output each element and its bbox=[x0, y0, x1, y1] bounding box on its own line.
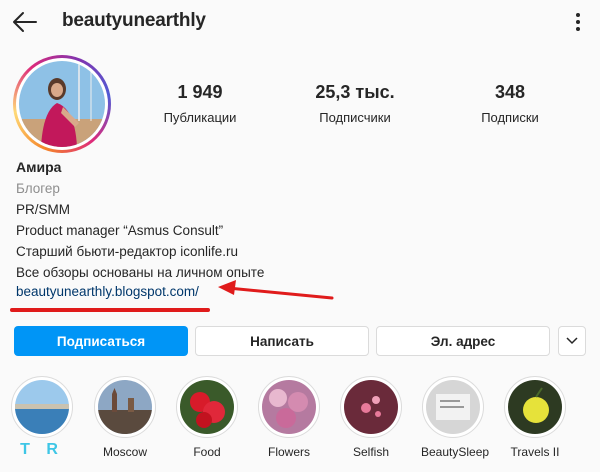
suggested-accounts-button[interactable] bbox=[558, 326, 586, 356]
following-count: 348 bbox=[494, 82, 526, 102]
more-options-icon[interactable] bbox=[566, 10, 590, 34]
followers-count: 25,3 тыс. bbox=[315, 82, 395, 102]
stat-following[interactable]: 348 Подписки bbox=[455, 82, 565, 125]
highlight-beautysleep[interactable]: BeautySleep bbox=[421, 376, 490, 459]
chevron-down-icon bbox=[566, 337, 578, 345]
annotation-arrow-icon bbox=[218, 280, 334, 300]
bio-line: PR/SMM bbox=[16, 202, 70, 217]
posts-count: 1 949 bbox=[177, 82, 223, 102]
highlight-label: Flowers bbox=[267, 445, 310, 459]
avatar bbox=[19, 61, 105, 147]
city-icon bbox=[98, 380, 152, 434]
following-label: Подписки bbox=[481, 110, 539, 125]
flowers-icon bbox=[262, 380, 316, 434]
profile-bio: Амира Блогер PR/SMM Product manager “Asm… bbox=[16, 157, 264, 283]
bio-website-link[interactable]: beautyunearthly.blogspot.com/ bbox=[16, 284, 199, 299]
highlight-tr[interactable]: T R bbox=[10, 376, 74, 459]
sea-city-icon bbox=[15, 380, 69, 434]
hearts-icon bbox=[344, 380, 398, 434]
back-arrow-icon[interactable] bbox=[10, 8, 42, 36]
highlight-label: BeautySleep bbox=[421, 445, 490, 459]
highlight-flowers[interactable]: Flowers bbox=[257, 376, 321, 459]
email-button[interactable]: Эл. адрес bbox=[376, 326, 550, 356]
posts-label: Публикации bbox=[163, 110, 237, 125]
strawberry-icon bbox=[180, 380, 234, 434]
message-button[interactable]: Написать bbox=[195, 326, 369, 356]
profile-category: Блогер bbox=[16, 181, 60, 196]
bio-line: Product manager “Asmus Consult” bbox=[16, 223, 224, 238]
stat-posts[interactable]: 1 949 Публикации bbox=[145, 82, 255, 125]
profile-name: Амира bbox=[16, 159, 62, 175]
bio-line: Старший бьюти-редактор iconlife.ru bbox=[16, 244, 239, 259]
highlight-label: Food bbox=[193, 445, 221, 459]
highlight-food[interactable]: Food bbox=[175, 376, 239, 459]
paper-icon bbox=[426, 380, 480, 434]
highlight-label: T R bbox=[20, 441, 64, 458]
lemon-icon bbox=[508, 380, 562, 434]
profile-username: beautyunearthly bbox=[62, 10, 206, 31]
highlight-label: Travels II bbox=[510, 445, 560, 459]
annotation-underline bbox=[10, 308, 210, 312]
avatar-story-ring[interactable] bbox=[13, 55, 111, 153]
highlight-label: Moscow bbox=[102, 445, 147, 459]
top-bar: beautyunearthly bbox=[0, 0, 600, 46]
follow-button[interactable]: Подписаться bbox=[14, 326, 188, 356]
highlight-moscow[interactable]: Moscow bbox=[93, 376, 157, 459]
stat-followers[interactable]: 25,3 тыс. Подписчики bbox=[300, 82, 410, 125]
highlight-label: Selfish bbox=[352, 445, 390, 459]
highlight-travels[interactable]: Travels II bbox=[503, 376, 567, 459]
followers-label: Подписчики bbox=[319, 110, 391, 125]
highlight-selfish[interactable]: Selfish bbox=[339, 376, 403, 459]
